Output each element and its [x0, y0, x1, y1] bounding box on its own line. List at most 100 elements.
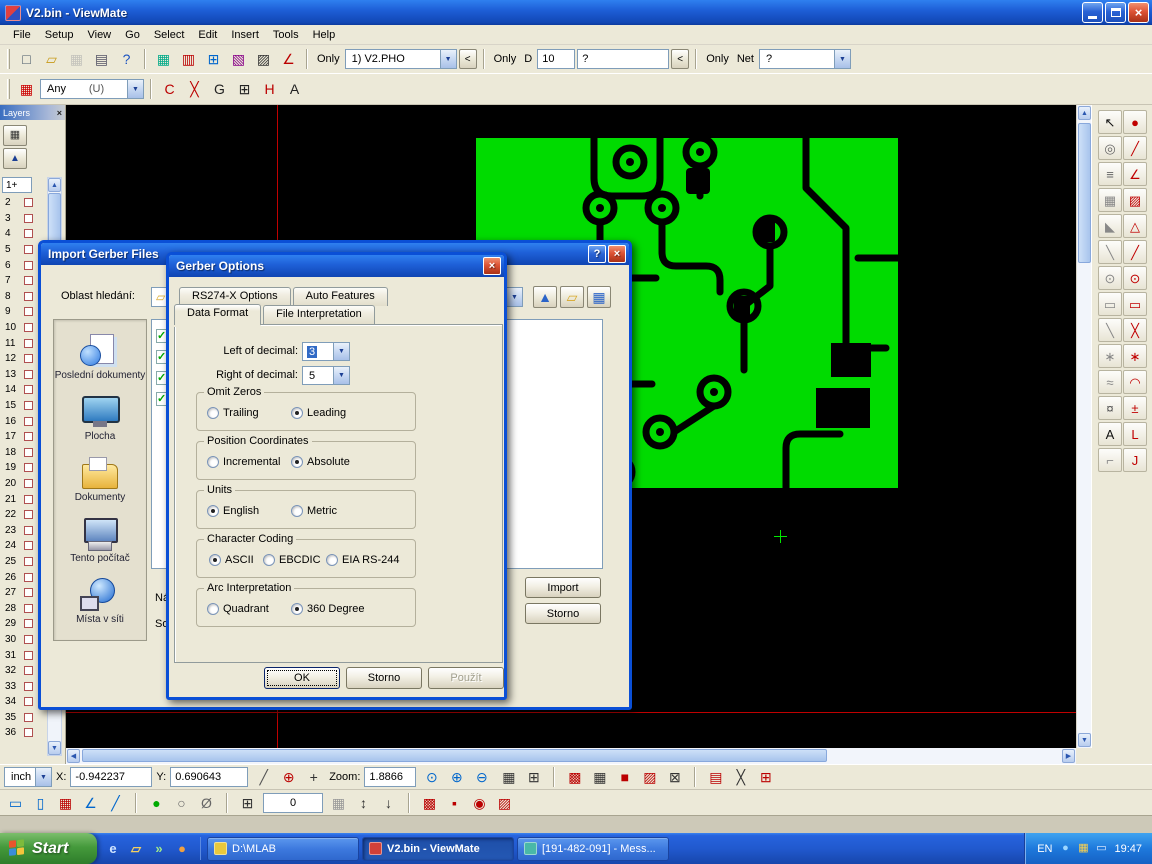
round-pad-icon[interactable]: ⊙: [1123, 266, 1147, 290]
layer-color-swatch[interactable]: [24, 713, 33, 722]
ruler-angle-icon[interactable]: ∠: [79, 792, 102, 814]
dot-grid-icon[interactable]: ▦: [327, 792, 350, 814]
mirror-x-icon[interactable]: ╳: [183, 78, 206, 100]
layer-color-swatch[interactable]: [24, 417, 33, 426]
text-a-black-icon[interactable]: A: [1098, 422, 1122, 446]
scrollbar-thumb[interactable]: [82, 749, 827, 762]
horizontal-scrollbar[interactable]: ◀ ▶: [66, 748, 1076, 764]
dialog-title-bar[interactable]: Gerber Options ×: [169, 255, 504, 277]
place-dokumenty[interactable]: Dokumenty: [54, 455, 146, 503]
layer-color-swatch[interactable]: [24, 510, 33, 519]
menu-tools[interactable]: Tools: [266, 27, 306, 43]
place-plocha[interactable]: Plocha: [54, 394, 146, 442]
update-globe-icon[interactable]: ●: [1057, 841, 1073, 857]
dcode-grid-icon[interactable]: ⊞: [202, 48, 225, 70]
layer-color-swatch[interactable]: [24, 198, 33, 207]
cancel-button[interactable]: Storno: [525, 603, 601, 624]
prev-dcode-button[interactable]: <: [671, 49, 689, 69]
layer-color-swatch[interactable]: [24, 307, 33, 316]
layer-combo[interactable]: 1) V2.PHO ▼: [345, 49, 457, 69]
units-combo[interactable]: inch ▼: [4, 767, 52, 787]
ruler-lines-icon[interactable]: ≡: [1098, 162, 1122, 186]
text-j-icon[interactable]: J: [1123, 448, 1147, 472]
layer-color-swatch[interactable]: [24, 448, 33, 457]
select-ring-icon[interactable]: ◎: [1098, 136, 1122, 160]
origin-target-icon[interactable]: ⊕: [277, 766, 300, 788]
dcode-input[interactable]: 10: [537, 49, 575, 69]
layer-color-swatch[interactable]: [24, 588, 33, 597]
asterisk-pad-icon[interactable]: ∗: [1098, 344, 1122, 368]
rect-pad-icon[interactable]: ▭: [1123, 292, 1147, 316]
layer-color-swatch[interactable]: [24, 479, 33, 488]
filled-square-icon[interactable]: ▦: [1098, 188, 1122, 212]
toolbar-grip[interactable]: [7, 49, 10, 69]
table-icon[interactable]: ⊞: [236, 792, 259, 814]
tool-misc-icon[interactable]: ¤: [1098, 396, 1122, 420]
draw-angle-icon[interactable]: ∠: [1123, 162, 1147, 186]
layer-color-swatch[interactable]: [24, 573, 33, 582]
layer-row-4[interactable]: 4: [2, 226, 46, 242]
hatch-pad-icon[interactable]: ▨: [1123, 188, 1147, 212]
polyline-icon[interactable]: ╲: [1098, 318, 1122, 342]
layer-row-3[interactable]: 3: [2, 211, 46, 227]
ie-icon[interactable]: e: [103, 839, 123, 859]
chevron-down-icon[interactable]: ▼: [127, 80, 143, 98]
zoom-in-icon[interactable]: ⊕: [445, 766, 468, 788]
layer-color-swatch[interactable]: [24, 541, 33, 550]
pad-cross-icon[interactable]: ⊠: [663, 766, 686, 788]
tab-data-format[interactable]: Data Format: [174, 304, 261, 325]
vertical-scrollbar[interactable]: ▲ ▼: [1076, 105, 1091, 748]
radio-quadrant[interactable]: Quadrant: [207, 603, 269, 615]
close-button[interactable]: ×: [483, 257, 501, 275]
merge-grid-icon[interactable]: ⊞: [754, 766, 777, 788]
diagonal-ruler-icon[interactable]: ╱: [252, 766, 275, 788]
minimize-button[interactable]: [1082, 2, 1103, 23]
layer-color-swatch[interactable]: [24, 245, 33, 254]
ruler-diag-icon[interactable]: ╱: [104, 792, 127, 814]
ruler-v-icon[interactable]: ▯: [29, 792, 52, 814]
menu-go[interactable]: Go: [118, 27, 147, 43]
menu-insert[interactable]: Insert: [224, 27, 266, 43]
print-icon[interactable]: ▤: [90, 48, 113, 70]
layer-color-swatch[interactable]: [24, 557, 33, 566]
right-of-decimal-combo[interactable]: 5 ▼: [302, 366, 350, 385]
chevron-down-icon[interactable]: ▼: [333, 343, 349, 360]
drc-traffic-light-icon[interactable]: ●: [145, 792, 168, 814]
pattern-red-icon[interactable]: ▩: [418, 792, 441, 814]
layer-color-swatch[interactable]: [24, 463, 33, 472]
open-file-icon[interactable]: ▱: [40, 48, 63, 70]
rect-outline-icon[interactable]: ▭: [1098, 292, 1122, 316]
layer-color-swatch[interactable]: [24, 728, 33, 737]
lasso-icon[interactable]: ○: [170, 792, 193, 814]
menu-setup[interactable]: Setup: [38, 27, 81, 43]
antivirus-icon[interactable]: ▦: [1075, 841, 1091, 857]
language-indicator[interactable]: EN: [1037, 843, 1052, 855]
layer-color-swatch[interactable]: [24, 651, 33, 660]
layer-up-button[interactable]: ▲: [3, 148, 27, 169]
pad-solid-icon[interactable]: ■: [613, 766, 636, 788]
left-of-decimal-combo[interactable]: 3 ▼: [302, 342, 350, 361]
select-filter-combo[interactable]: Any (U) ▼: [40, 79, 144, 99]
film-pattern-icon[interactable]: ▤: [704, 766, 727, 788]
radio-ascii[interactable]: ASCII: [209, 554, 254, 566]
task-191-482-091-mess[interactable]: [191-482-091] - Mess...: [517, 837, 669, 861]
layer-table-button[interactable]: ▦: [3, 125, 27, 146]
radio-incremental[interactable]: Incremental: [207, 456, 280, 468]
aperture-list-icon[interactable]: ▥: [177, 48, 200, 70]
net-combo[interactable]: ? ▼: [759, 49, 851, 69]
plusminus-icon[interactable]: ±: [1123, 396, 1147, 420]
menu-view[interactable]: View: [80, 27, 118, 43]
padstack-icon[interactable]: ▦: [15, 78, 38, 100]
radio-360-degree[interactable]: 360 Degree: [291, 603, 365, 615]
film-box-icon[interactable]: ▧: [227, 48, 250, 70]
views-menu-icon[interactable]: ▦: [587, 286, 611, 308]
red-board-icon[interactable]: ▦: [54, 792, 77, 814]
layer-color-swatch[interactable]: [24, 370, 33, 379]
grid-lines-icon[interactable]: ⊞: [522, 766, 545, 788]
radio-metric[interactable]: Metric: [291, 505, 337, 517]
menu-select[interactable]: Select: [147, 27, 192, 43]
radio-absolute[interactable]: Absolute: [291, 456, 350, 468]
layer-color-swatch[interactable]: [24, 354, 33, 363]
layer-row-35[interactable]: 35: [2, 710, 46, 726]
folder-icon[interactable]: ▱: [126, 839, 146, 859]
